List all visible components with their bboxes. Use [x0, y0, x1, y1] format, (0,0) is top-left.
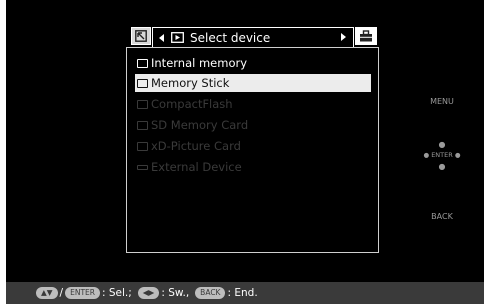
help-sw-text: : Sw., — [161, 287, 190, 299]
screen: Select device Internal memory Memory Sti… — [6, 0, 484, 304]
left-arrow-icon[interactable] — [157, 33, 167, 43]
left-right-key-icon: ◀▶ — [137, 287, 160, 299]
back-key-icon: BACK — [195, 287, 226, 299]
device-internal-memory[interactable]: Internal memory — [135, 54, 371, 72]
memory-stick-icon — [137, 78, 148, 88]
device-external-device[interactable]: External Device — [135, 158, 371, 176]
device-sd-memory-card[interactable]: SD Memory Card — [135, 116, 371, 134]
device-memory-stick[interactable]: Memory Stick — [135, 74, 371, 92]
left-dot-icon: ● — [423, 151, 430, 159]
enter-pad: ● ● ENTER ● ● — [420, 139, 464, 172]
help-bar: ▲▼ / ENTER : Sel.; ◀▶ : Sw., BACK : End. — [6, 282, 484, 304]
right-arrow-icon[interactable] — [338, 32, 348, 42]
up-down-key-icon: ▲▼ — [36, 287, 58, 299]
help-end-text: : End. — [227, 287, 258, 299]
settings-tab[interactable] — [355, 27, 377, 45]
device-xd-picture-card[interactable]: xD-Picture Card — [135, 137, 371, 155]
return-tab[interactable] — [131, 27, 151, 45]
internal-memory-icon — [137, 58, 148, 68]
usb-icon — [137, 164, 148, 170]
enter-label: ENTER — [431, 151, 453, 159]
menu-label: MENU — [430, 97, 454, 106]
enter-key-icon: ENTER — [65, 287, 100, 299]
sd-card-icon — [137, 120, 148, 130]
header-bar: Select device — [152, 27, 354, 47]
device-compactflash[interactable]: CompactFlash — [135, 95, 371, 113]
back-label: BACK — [431, 212, 453, 221]
compactflash-icon — [137, 99, 148, 109]
toolbox-icon — [360, 30, 372, 42]
help-sel-text: : Sel.; — [101, 287, 132, 299]
right-dot-icon: ● — [454, 151, 461, 159]
slideshow-icon — [171, 32, 184, 43]
page-title: Select device — [190, 30, 271, 45]
down-arrow-icon: ● — [438, 162, 446, 171]
up-arrow-icon: ● — [438, 140, 446, 149]
xd-card-icon — [137, 141, 148, 151]
return-icon — [135, 30, 147, 42]
device-list-panel: Internal memory Memory Stick CompactFlas… — [126, 47, 379, 253]
